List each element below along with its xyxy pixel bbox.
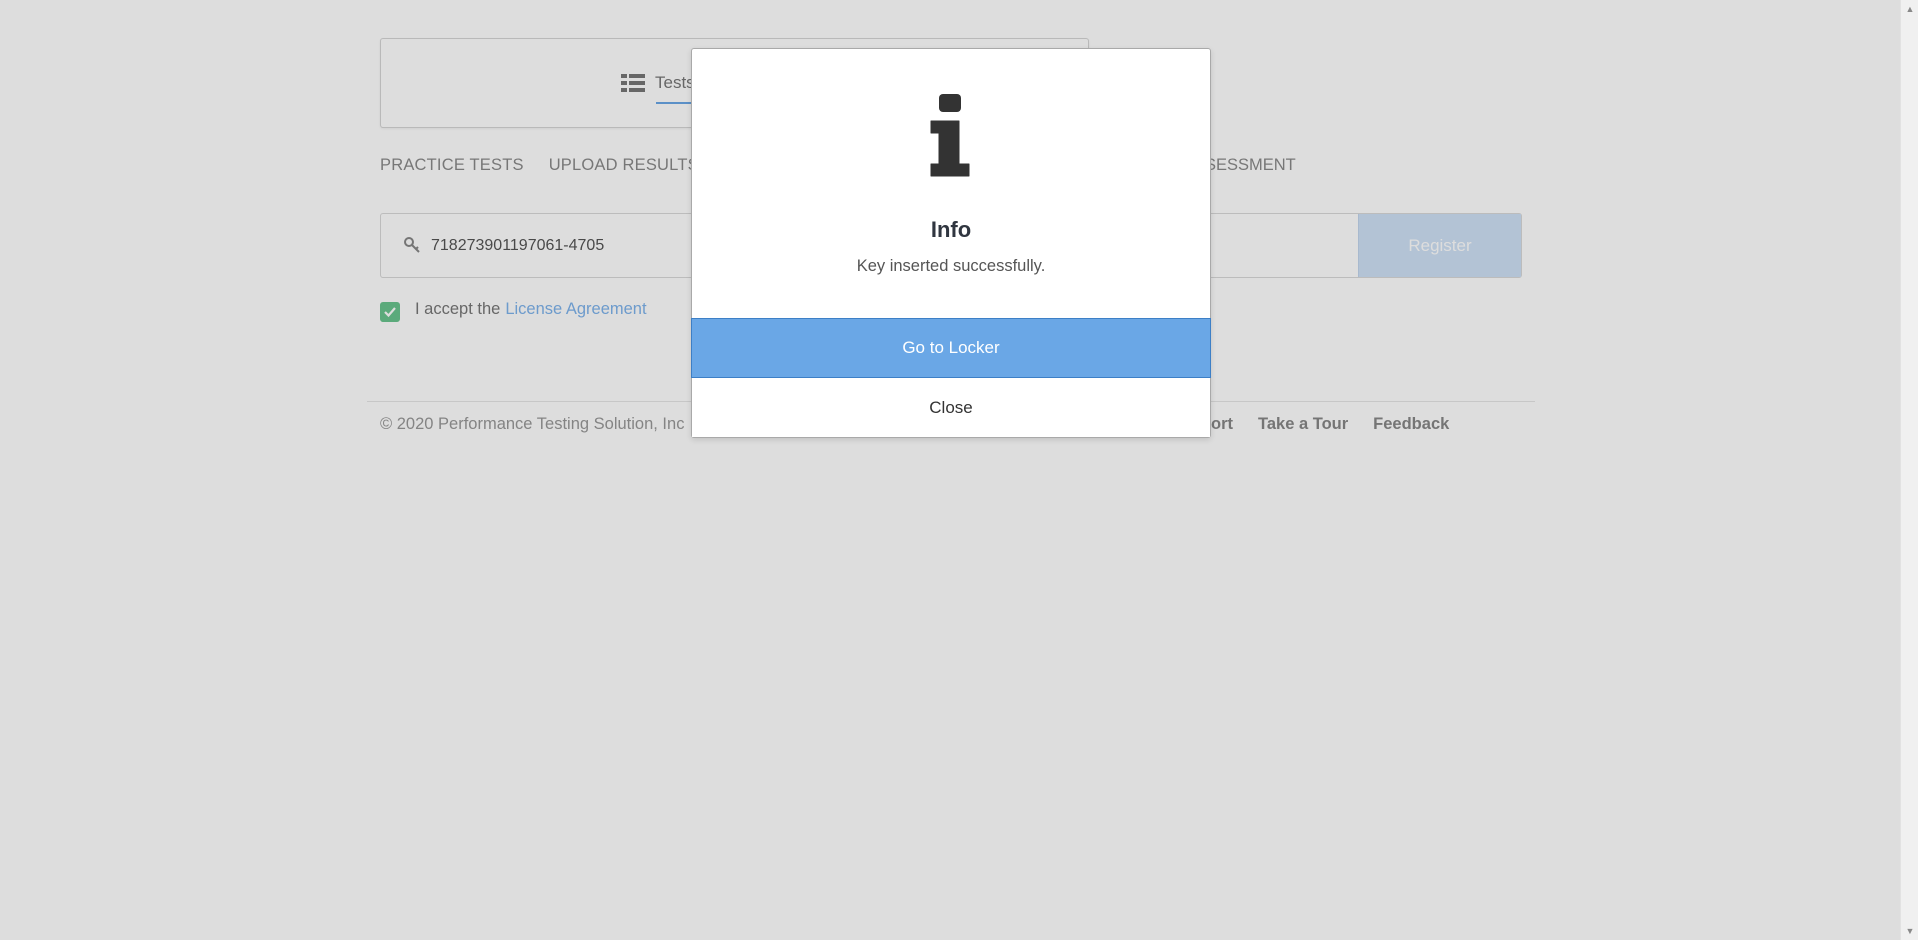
page-scrollbar[interactable]: ▲ ▼ [1900,0,1918,940]
scroll-down-arrow-icon[interactable]: ▼ [1905,926,1915,936]
info-icon [922,94,978,224]
close-button[interactable]: Close [692,379,1210,437]
info-modal: Info Key inserted successfully. Go to Lo… [691,48,1211,438]
modal-message: Key inserted successfully. [856,257,1046,275]
go-to-locker-button[interactable]: Go to Locker [691,318,1211,378]
modal-title: Info [930,217,972,242]
scroll-up-arrow-icon[interactable]: ▲ [1905,4,1915,14]
